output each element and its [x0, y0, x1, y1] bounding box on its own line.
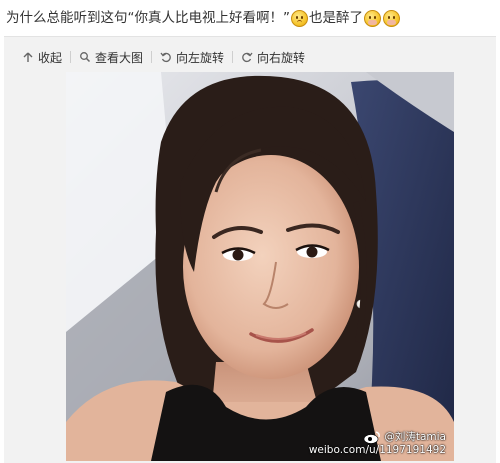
view-large-button[interactable]: 查看大图	[71, 45, 151, 69]
watermark-user: @刘涛tamia	[384, 430, 446, 443]
photo-illustration	[66, 72, 454, 461]
selfie-photo[interactable]: @刘涛tamia weibo.com/u/1197191492	[66, 72, 454, 461]
collapse-label: 收起	[38, 50, 63, 65]
image-toolbar: 收起 查看大图 向左旋转 向右旋转	[14, 45, 313, 69]
rotate-right-label: 向右旋转	[257, 50, 306, 65]
post-text-tail: 也是醉了	[309, 10, 363, 26]
post-text-main: 为什么总能听到这句“你真人比电视上好看啊！”	[6, 10, 290, 26]
arrow-up-icon	[22, 51, 34, 63]
view-large-label: 查看大图	[95, 50, 144, 65]
rotate-left-icon	[160, 51, 172, 63]
weibo-logo-icon	[364, 431, 381, 444]
watermark-url: weibo.com/u/1197191492	[308, 444, 446, 456]
collapse-button[interactable]: 收起	[14, 45, 70, 69]
rotate-left-button[interactable]: 向左旋转	[152, 45, 232, 69]
photo-watermark: @刘涛tamia weibo.com/u/1197191492	[309, 430, 446, 457]
rotate-left-label: 向左旋转	[176, 50, 225, 65]
image-viewer: 收起 查看大图 向左旋转 向右旋转 @刘涛tamia weibo.com/u/1…	[4, 36, 496, 463]
shy-emoji-icon	[383, 9, 400, 27]
rotate-right-button[interactable]: 向右旋转	[233, 45, 313, 69]
shy-emoji-icon	[364, 9, 381, 27]
search-icon	[79, 51, 91, 63]
sweat-emoji-icon	[291, 9, 308, 27]
rotate-right-icon	[241, 51, 253, 63]
post-text: 为什么总能听到这句“你真人比电视上好看啊！” 也是醉了	[6, 6, 496, 30]
